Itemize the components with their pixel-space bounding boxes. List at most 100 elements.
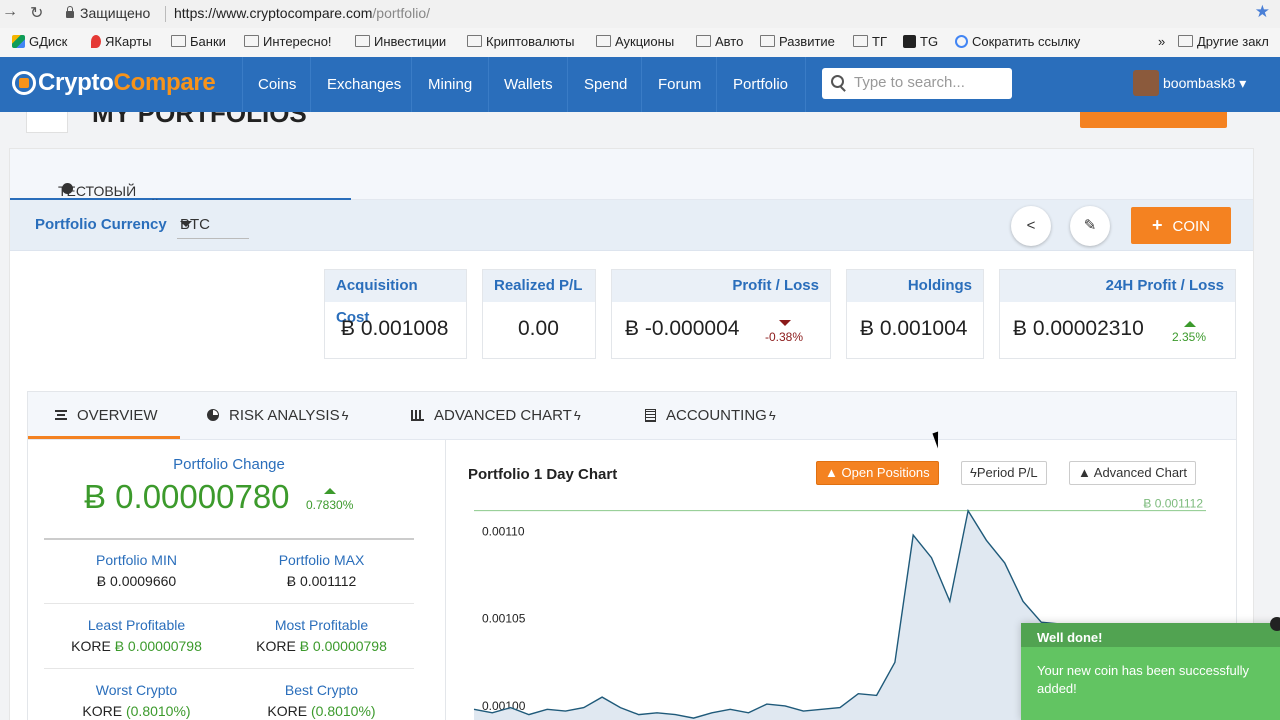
nav-exchanges[interactable]: Exchanges [327, 76, 401, 93]
nav-divider [242, 57, 243, 112]
stat-acquisition-cost: Acquisition Cost Ƀ 0.001008 [324, 269, 467, 359]
calculator-icon [645, 409, 656, 422]
list-icon [55, 410, 67, 420]
bookmark-development[interactable]: Развитие [760, 34, 835, 49]
tab-risk-analysis[interactable]: RISK ANALYSIS ϟ [207, 407, 349, 424]
most-profitable: Most Profitable KORE Ƀ 0.00000798 [256, 617, 387, 654]
url-text[interactable]: https://www.cryptocompare.com/portfolio/ [174, 5, 430, 21]
pie-chart-icon [207, 409, 219, 421]
folder-icon [853, 35, 868, 47]
bolt-icon: ϟ [341, 408, 349, 423]
bookmark-interesting[interactable]: Интересно! [244, 34, 332, 49]
best-crypto: Best Crypto KORE (0.8010%) [267, 682, 376, 719]
nav-divider [641, 57, 642, 112]
bolt-icon: ϟ [573, 408, 581, 423]
nav-divider [805, 57, 806, 112]
bar-chart-icon [411, 410, 424, 421]
globe-icon [62, 183, 73, 194]
close-icon[interactable] [1270, 617, 1280, 631]
success-toast[interactable]: Well done! Your new coin has been succes… [1021, 617, 1280, 720]
user-menu[interactable]: boombask8 ▾ [1133, 70, 1246, 96]
advanced-chart-button[interactable]: ▲ Advanced Chart [1069, 461, 1197, 485]
portfolio-title-icon [26, 112, 68, 133]
tab-overview[interactable]: OVERVIEW [55, 407, 158, 424]
summary-divider [44, 668, 414, 669]
bookmark-investments[interactable]: Инвестиции [355, 34, 446, 49]
site-navbar: CryptoCompare Coins Exchanges Mining Wal… [0, 57, 1280, 112]
summary-divider [44, 538, 414, 540]
portfolio-change-label: Portfolio Change [173, 456, 285, 473]
nav-forum[interactable]: Forum [658, 76, 701, 93]
stat-realized-pl: Realized P/L 0.00 [482, 269, 596, 359]
period-pl-button[interactable]: ϟPeriod P/L [961, 461, 1047, 485]
stat-holdings: Holdings Ƀ 0.001004 [846, 269, 984, 359]
search-box [822, 68, 1012, 99]
nav-wallets[interactable]: Wallets [504, 76, 553, 93]
toast-body: Your new coin has been successfully adde… [1021, 647, 1280, 720]
nav-coins[interactable]: Coins [258, 76, 296, 93]
address-separator [165, 6, 166, 22]
currency-select[interactable]: BTC [177, 210, 249, 239]
google-drive-icon [12, 35, 25, 48]
portfolio-change-pct: 0.7830% [306, 498, 354, 512]
arrow-up-icon [324, 488, 336, 494]
bolt-icon: ϟ [768, 408, 776, 423]
add-coin-button[interactable]: + COIN [1131, 207, 1231, 244]
currency-bar: Portfolio Currency BTC < ✎ + COIN [10, 200, 1253, 251]
folder-icon [1178, 35, 1193, 47]
cryptocompare-logo[interactable]: CryptoCompare [12, 69, 216, 97]
nav-spend[interactable]: Spend [584, 76, 627, 93]
bookmark-shorten-link[interactable]: Сократить ссылку [955, 34, 1080, 49]
portfolio-max: Portfolio MAX Ƀ 0.001112 [278, 552, 365, 589]
nav-mining[interactable]: Mining [428, 76, 472, 93]
bookmark-auctions[interactable]: Аукционы [596, 34, 674, 49]
share-button[interactable]: < [1011, 206, 1051, 246]
toast-title: Well done! [1037, 630, 1103, 645]
browser-address-bar: → ↻ Защищено https://www.cryptocompare.c… [0, 0, 1280, 29]
bookmark-auto[interactable]: Авто [696, 34, 743, 49]
bolt-icon: ϟ [970, 465, 977, 480]
y-tick-label: 0.00110 [482, 525, 525, 539]
folder-icon [760, 35, 775, 47]
stat-profit-loss: Profit / Loss Ƀ -0.000004 -0.38% [611, 269, 831, 359]
y-tick-label: 0.00105 [482, 612, 526, 626]
reload-icon[interactable]: ↻ [30, 3, 43, 23]
bookmark-crypto[interactable]: Криптовалюты [467, 34, 574, 49]
area-chart-icon: ▲ [1078, 465, 1091, 480]
active-tab-indicator [28, 436, 180, 439]
edit-button[interactable]: ✎ [1070, 206, 1110, 246]
folder-icon [244, 35, 259, 47]
bookmark-tg[interactable]: TG [903, 34, 938, 49]
caret-down-icon [180, 221, 192, 227]
summary-divider [44, 603, 414, 604]
map-pin-icon [91, 35, 101, 48]
open-positions-button[interactable]: ▲ Open Positions [816, 461, 939, 485]
bookmark-yamaps[interactable]: ЯКарты [91, 34, 151, 49]
share-icon: < [1026, 217, 1036, 234]
folder-icon [467, 35, 482, 47]
tab-advanced-chart[interactable]: ADVANCED CHART ϟ [411, 407, 581, 424]
tab-accounting[interactable]: ACCOUNTING ϟ [645, 407, 776, 424]
portfolio-min: Portfolio MIN Ƀ 0.0009660 [96, 552, 177, 589]
t-icon [903, 35, 916, 48]
bookmark-star-icon[interactable]: ★ [1255, 2, 1270, 22]
bookmark-tg-ru[interactable]: ТГ [853, 34, 887, 49]
bookmarks-overflow[interactable]: » [1158, 34, 1165, 49]
nav-divider [310, 57, 311, 112]
tab-portfolio-test[interactable]: ТЕСТОВЫЙ ПРИБЫЛЬНЫЙ ПОРТФЕЛЬ [10, 149, 351, 231]
forward-arrow-icon[interactable]: → [2, 3, 18, 21]
avatar [1133, 70, 1159, 96]
edit-icon: ✎ [1083, 217, 1097, 234]
add-portfolio-button[interactable] [1080, 112, 1227, 128]
bookmark-other[interactable]: Другие закл [1178, 34, 1269, 49]
nav-divider [488, 57, 489, 112]
search-input[interactable] [852, 73, 1006, 92]
nav-portfolio[interactable]: Portfolio [733, 76, 788, 93]
secure-indicator[interactable]: Защищено [66, 5, 150, 21]
bookmark-gdisk[interactable]: GДиск [12, 34, 67, 49]
nav-divider [716, 57, 717, 112]
logo-mark-icon [12, 71, 36, 95]
overview-tabs: OVERVIEW RISK ANALYSIS ϟ ADVANCED CHART ϟ … [28, 392, 1236, 440]
toast-message: Your new coin has been successfully adde… [1037, 663, 1249, 696]
bookmark-banks[interactable]: Банки [171, 34, 226, 49]
